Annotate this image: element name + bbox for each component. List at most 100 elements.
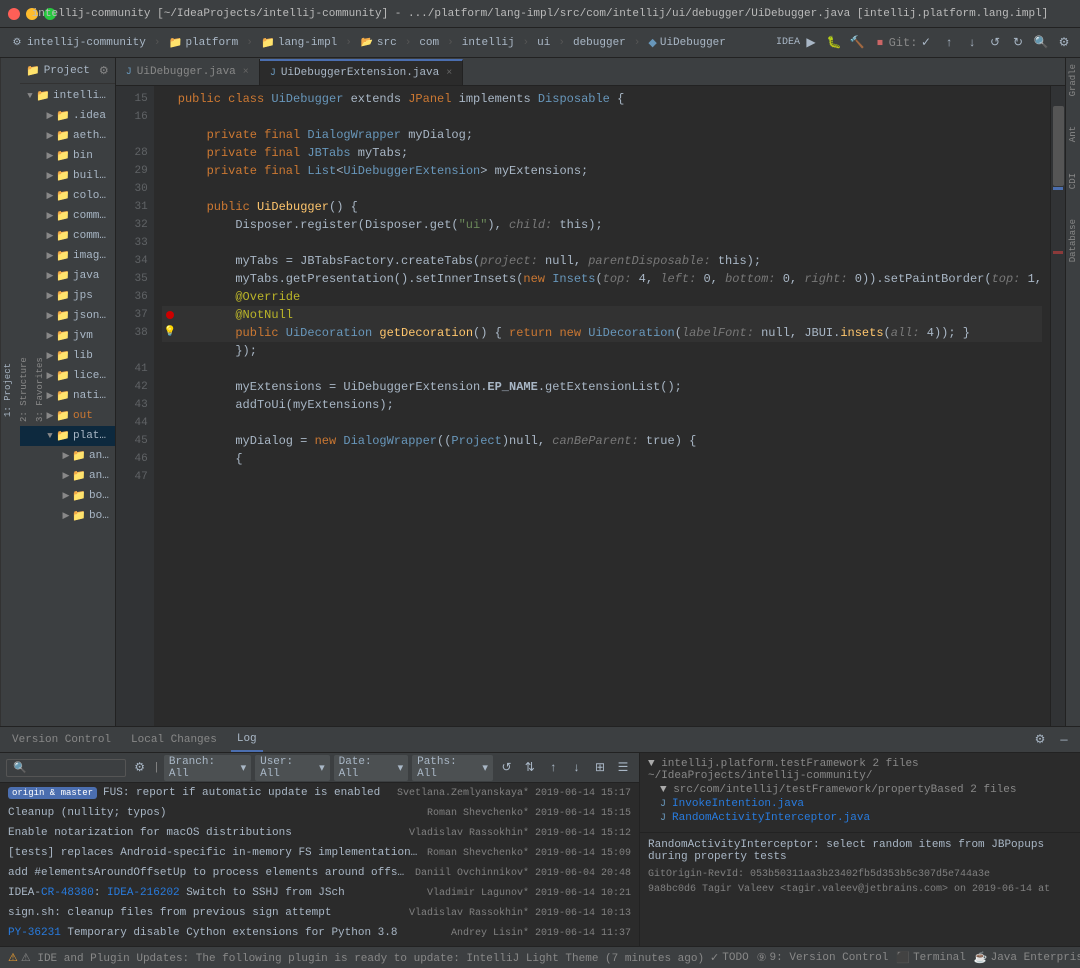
code-area[interactable]: public class UiDebugger extends JPanel i… (154, 86, 1050, 726)
nav-debugger[interactable]: debugger (569, 35, 630, 51)
nav-uidebugger[interactable]: ◆ UiDebugger (644, 34, 729, 52)
nav-com[interactable]: com (415, 35, 443, 51)
vc-row-5[interactable]: IDEA-CR-48380: IDEA-216202 Switch to SSH… (0, 883, 639, 903)
vc-refresh-button[interactable]: ⚙ (130, 758, 149, 778)
detail-file-1[interactable]: J InvokeIntention.java (648, 797, 1072, 811)
tree-item-java[interactable]: ▶ 📁 java (20, 266, 115, 286)
vc-panel: 🔍 ⚙ | Branch: All ▾ User: All ▾ Date: Al… (0, 753, 640, 946)
vc-date-filter[interactable]: Date: All ▾ (334, 755, 409, 781)
redo-button[interactable]: ↻ (1008, 33, 1028, 53)
nav-intellij-community[interactable]: ⚙ intellij-community (6, 34, 150, 52)
nav-src[interactable]: 📂 src (356, 34, 401, 52)
tree-item-boot[interactable]: ▶ 📁 boot [intellij.platform.boot] (20, 486, 115, 506)
vc-search-input[interactable] (31, 762, 121, 774)
vc-expand-button[interactable]: ⊞ (590, 758, 610, 778)
ant-tool-button[interactable]: Ant (1066, 122, 1080, 146)
gradle-tool-button[interactable]: Gradle (1066, 60, 1080, 100)
status-version-control[interactable]: ⑨ 9: Version Control (757, 951, 889, 965)
tree-item-analysis-api[interactable]: ▶ 📁 analysis-api [intellij.platform.anal… (20, 446, 115, 466)
vc-row-4[interactable]: add #elementsAroundOffsetUp to process e… (0, 863, 639, 883)
vc-branch-filter[interactable]: Branch: All ▾ (164, 755, 251, 781)
vc-row-6[interactable]: sign.sh: cleanup files from previous sig… (0, 903, 639, 923)
stop-button[interactable]: ⏹ (870, 33, 890, 53)
git-pull[interactable]: ↓ (962, 33, 982, 53)
vc-collapse-button[interactable]: ⇅ (520, 758, 539, 778)
tree-arrow-analysis-api: ▶ (60, 450, 72, 462)
tab-uidebuggerextension-java[interactable]: J UiDebuggerExtension.java × (260, 59, 463, 85)
nav-lang-impl[interactable]: 📁 lang-impl (257, 34, 341, 52)
vc-row-8[interactable]: let java ast based indices use content h… (0, 943, 639, 946)
nav-ui[interactable]: ui (533, 35, 554, 51)
vc-search-bar[interactable]: 🔍 (6, 759, 126, 777)
vc-layout-button[interactable]: ☰ (613, 758, 633, 778)
lamp-icon-38[interactable]: 💡 (164, 324, 176, 342)
sidebar-item-structure[interactable]: 2: Structure (17, 354, 31, 427)
git-commit[interactable]: ✓ (916, 33, 936, 53)
tab-close-1[interactable]: × (243, 67, 249, 78)
tree-item-bootstrap[interactable]: ▶ 📁 bootstrap [intellij.platform.bootstr… (20, 506, 115, 526)
tree-item-build[interactable]: ▶ 📁 build [intellij.idea.community.build… (20, 166, 115, 186)
nav-platform[interactable]: 📁 platform (164, 34, 242, 52)
tree-item-aether[interactable]: ▶ 📁 aether-dependency-resolver [intellij… (20, 126, 115, 146)
tab-uidebugger-java[interactable]: J UiDebugger.java × (116, 59, 260, 85)
vc-action-2[interactable]: ↓ (567, 758, 586, 778)
vc-paths-filter[interactable]: Paths: All ▾ (412, 755, 493, 781)
build-button[interactable]: 🔨 (847, 33, 867, 53)
tree-item-images[interactable]: ▶ 📁 images [intellij.platform.images] (20, 246, 115, 266)
vc-author-6: Vladislav Rassokhin* (409, 908, 529, 919)
tree-item-bin[interactable]: ▶ 📁 bin (20, 146, 115, 166)
chevron-down-icon-2: ▾ (319, 761, 325, 775)
status-todo[interactable]: ✓ TODO (710, 951, 749, 965)
code-line-33: Disposer.register(Disposer.get("ui"), ch… (162, 216, 1042, 234)
sidebar-item-favorites[interactable]: 3: Favorites (33, 354, 47, 427)
scroll-thumb[interactable] (1053, 106, 1064, 186)
vc-row-0[interactable]: origin & master FUS: report if automatic… (0, 783, 639, 803)
tree-item-json[interactable]: ▶ 📁 json [intellij.json] (20, 306, 115, 326)
editor-scrollbar[interactable] (1050, 86, 1065, 726)
code-line-15: public class UiDebugger extends JPanel i… (162, 90, 1042, 108)
database-tool-button[interactable]: Database (1066, 215, 1080, 266)
tree-item-root[interactable]: ▼ 📁 intellij-community [intellij.idea.co… (20, 86, 115, 106)
status-java-enterprise[interactable]: ☕ Java Enterprise (974, 951, 1080, 965)
tree-arrow-bootstrap: ▶ (60, 510, 72, 522)
undo-button[interactable]: ↺ (985, 33, 1005, 53)
editor-area: J UiDebugger.java × J UiDebuggerExtensio… (116, 58, 1065, 726)
tree-item-community-resources[interactable]: ▶ 📁 community-resources [intellij.idea.c… (20, 226, 115, 246)
tree-item-community-guitests[interactable]: ▶ 📁 community-guitests [intellij.idea.co… (20, 206, 115, 226)
vc-action-1[interactable]: ↑ (543, 758, 562, 778)
nav-intellij[interactable]: intellij (458, 35, 519, 51)
vc-user-filter[interactable]: User: All ▾ (255, 755, 330, 781)
detail-file-2[interactable]: J RandomActivityInterceptor.java (648, 811, 1072, 825)
cdi-tool-button[interactable]: CDI (1066, 169, 1080, 193)
tree-item-jvm[interactable]: ▶ 📁 jvm (20, 326, 115, 346)
run-button[interactable]: ▶ (801, 33, 821, 53)
java-ee-icon: ☕ (974, 951, 988, 965)
bottom-settings-icon[interactable]: ⚙ (1030, 730, 1050, 750)
tree-item-analysis-impl[interactable]: ▶ 📁 analysis-impl [intellij.platform.ana… (20, 466, 115, 486)
idea-button[interactable]: IDEA (778, 33, 798, 53)
tree-item-idea[interactable]: ▶ 📁 .idea (20, 106, 115, 126)
search-button[interactable]: 🔍 (1031, 33, 1051, 53)
status-bar: ⚠ ⚠ IDE and Plugin Updates: The followin… (0, 946, 1080, 968)
vc-row-2[interactable]: Enable notarization for macOS distributi… (0, 823, 639, 843)
code-line-37: @Override (162, 288, 1042, 306)
tree-item-colorschemes[interactable]: ▶ 📁 colorSchemes [intellij.platform.colo… (20, 186, 115, 206)
project-gear-icon[interactable]: ⚙ (99, 64, 109, 78)
sidebar-item-project[interactable]: 1: Project (1, 359, 15, 421)
debug-button[interactable]: 🐛 (824, 33, 844, 53)
tree-item-jps[interactable]: ▶ 📁 jps (20, 286, 115, 306)
vc-sync-button[interactable]: ↺ (497, 758, 516, 778)
folder-icon-native: 📁 (56, 389, 70, 403)
vc-row-3[interactable]: [tests] replaces Android-specific in-mem… (0, 843, 639, 863)
close-button[interactable] (8, 8, 20, 20)
tree-item-platform[interactable]: ▼ 📁 platform (20, 426, 115, 446)
settings-button[interactable]: ⚙ (1054, 33, 1074, 53)
vc-row-7[interactable]: PY-36231 Temporary disable Cython extens… (0, 923, 639, 943)
git-push[interactable]: ↑ (939, 33, 959, 53)
commit-git-origin: GitOrigin-RevId: 053b50311aa3b23402fb5d3… (648, 869, 1072, 880)
vc-row-1[interactable]: Cleanup (nullity; typos) Roman Shevchenk… (0, 803, 639, 823)
bottom-close-icon[interactable]: — (1054, 730, 1074, 750)
tab-close-2[interactable]: × (446, 68, 452, 79)
vc-date-0: 2019-06-14 15:17 (535, 788, 631, 799)
status-terminal[interactable]: ⬛ Terminal (896, 951, 966, 965)
